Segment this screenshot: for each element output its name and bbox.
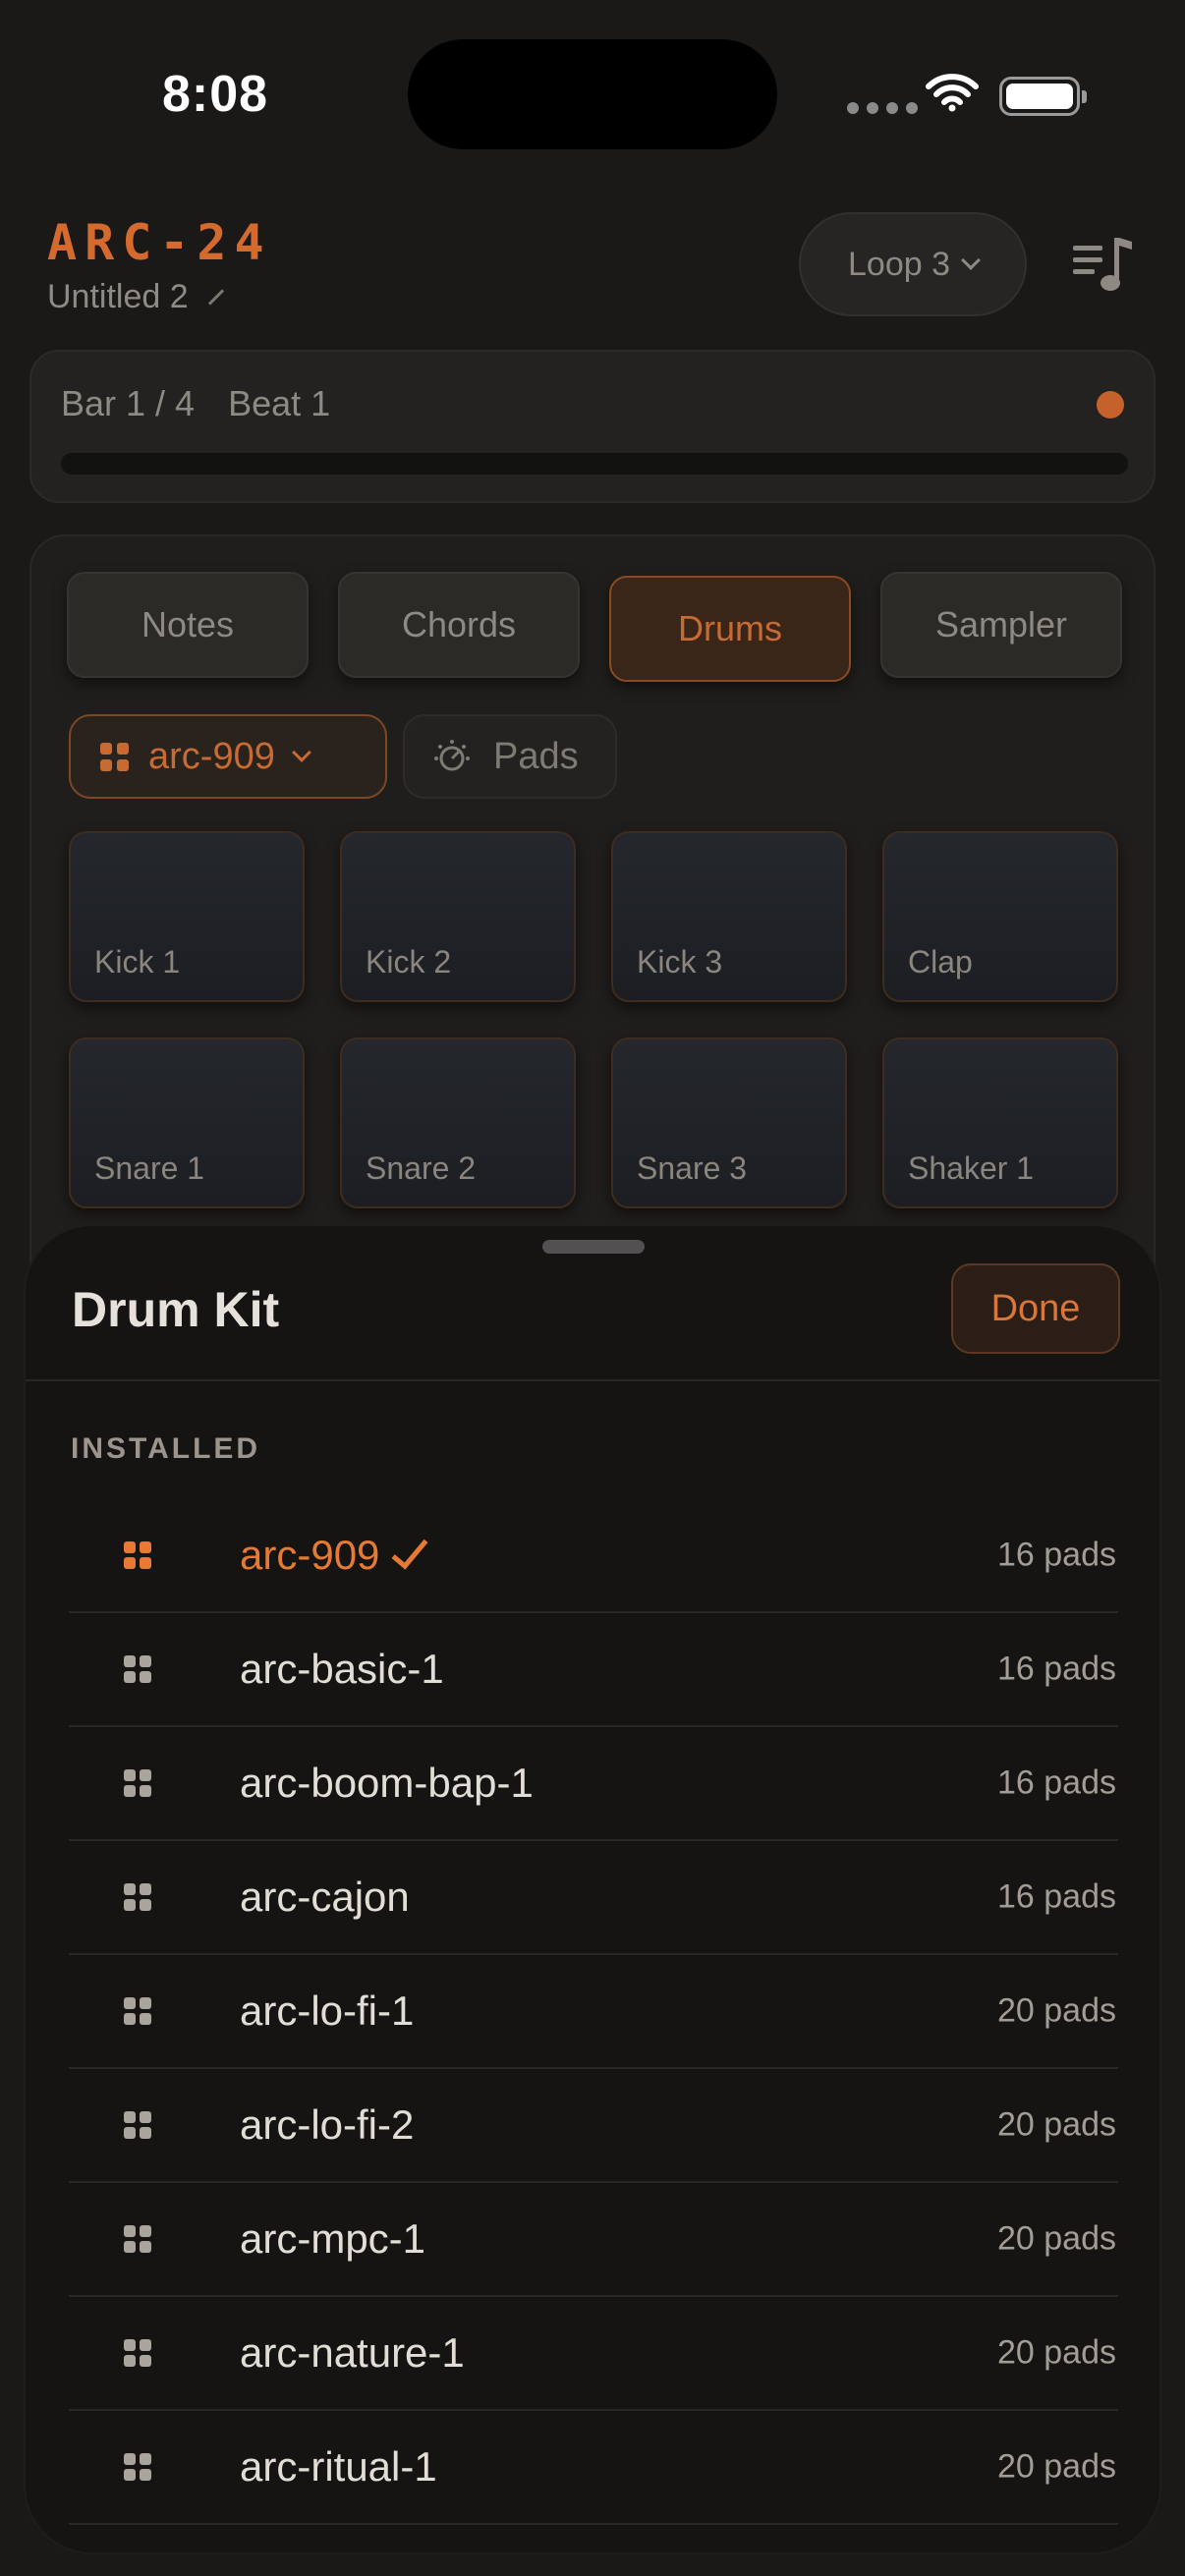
kit-pad-count: 20 pads [997,2333,1116,2372]
drum-pad[interactable]: Shaker 1 [882,1037,1118,1208]
drum-pad-label: Shaker 1 [908,1150,1035,1186]
drum-pad-label: Snare 2 [366,1150,477,1186]
beat-position: Beat 1 [228,383,331,423]
drum-pad[interactable]: Snare 1 [69,1037,305,1208]
drum-kit-selector[interactable]: arc-909 [69,714,387,799]
instrument-tabs: Notes Chords Drums Sampler [67,572,1122,682]
kit-row[interactable]: arc-cajon 16 pads [69,1841,1118,1955]
grid-icon [124,1883,151,1911]
kit-row[interactable]: arc-lo-fi-1 20 pads [69,1955,1118,2069]
kit-pad-count: 20 pads [997,2105,1116,2144]
bar-position: Bar 1 / 4 [61,383,196,423]
kit-name: arc-cajon [240,1874,410,1920]
drum-pad-label: Snare 3 [637,1150,748,1186]
kit-pad-count: 20 pads [997,2447,1116,2486]
kit-row[interactable]: arc-basic-1 16 pads [69,1613,1118,1727]
kit-row[interactable]: arc-909 16 pads [69,1499,1118,1613]
grid-icon [124,2111,151,2139]
drum-pad[interactable]: Kick 1 [69,831,305,1002]
playlist-music-icon[interactable] [1071,232,1136,297]
drum-pad-label: Kick 1 [94,944,181,980]
kit-name: arc-boom-bap-1 [240,1760,534,1806]
pads-mode-label: Pads [493,735,579,777]
chevron-down-icon [961,251,981,270]
app-title: ARC-24 [47,214,272,271]
kit-pad-count: 16 pads [997,1764,1116,1802]
status-bar: 8:08 [0,0,1185,187]
drum-pad[interactable]: Snare 3 [611,1037,847,1208]
grid-icon [124,1997,151,2025]
wifi-icon [926,74,979,112]
grid-icon [124,1655,151,1683]
loop-label: Loop 3 [848,245,950,283]
done-button[interactable]: Done [951,1263,1120,1354]
cellular-signal-icon [847,102,918,114]
tab-sampler[interactable]: Sampler [880,572,1122,678]
kit-row[interactable]: arc-mpc-1 20 pads [69,2183,1118,2297]
kit-name: arc-lo-fi-1 [240,1988,415,2034]
kit-row[interactable]: arc-lo-fi-2 20 pads [69,2069,1118,2183]
drum-kit-sheet: Drum Kit Done INSTALLED arc-909 16 pads … [24,1224,1161,2554]
kit-name: arc-basic-1 [240,1646,444,1692]
sheet-title: Drum Kit [72,1282,280,1337]
status-time: 8:08 [162,66,269,123]
grid-icon [124,1541,151,1569]
kit-name: arc-909 [240,1532,380,1578]
divider [26,1379,1159,1381]
kit-row[interactable]: arc-boom-bap-1 16 pads [69,1727,1118,1841]
tab-drums[interactable]: Drums [609,576,851,682]
drum-kit-selector-label: arc-909 [148,735,275,777]
dynamic-island [408,39,777,149]
kit-name: arc-ritual-1 [240,2443,437,2490]
kit-list: arc-909 16 pads arc-basic-1 16 pads arc-… [69,1499,1118,2525]
transport-bar: Bar 1 / 4 Beat 1 [29,350,1156,503]
edit-pencil-icon [207,289,224,306]
project-name-label: Untitled 2 [47,278,189,315]
checkmark-icon [391,1531,428,1570]
kit-pad-count: 20 pads [997,2219,1116,2258]
drum-pad[interactable]: Kick 2 [340,831,576,1002]
tab-notes[interactable]: Notes [67,572,309,678]
sheet-grabber[interactable] [542,1240,645,1254]
pads-mode-button[interactable]: Pads [403,714,617,799]
grid-icon [100,742,129,771]
kit-name: arc-nature-1 [240,2329,465,2376]
drum-pad-label: Clap [908,944,973,980]
drum-pad[interactable]: Clap [882,831,1118,1002]
battery-icon [999,77,1087,116]
drum-pad-label: Snare 1 [94,1150,205,1186]
kit-pad-count: 20 pads [997,1991,1116,2030]
kit-pad-count: 16 pads [997,1650,1116,1688]
grid-icon [124,1769,151,1797]
drum-pad[interactable]: Snare 2 [340,1037,576,1208]
kit-name: arc-mpc-1 [240,2215,426,2262]
kit-row[interactable]: arc-ritual-1 20 pads [69,2411,1118,2525]
grid-icon [124,2225,151,2253]
kit-row[interactable]: arc-nature-1 20 pads [69,2297,1118,2411]
kit-pad-count: 16 pads [997,1536,1116,1574]
kit-name: arc-lo-fi-2 [240,2101,415,2148]
tab-chords[interactable]: Chords [338,572,580,678]
drum-pad-label: Kick 3 [637,944,723,980]
drum-pad-label: Kick 2 [366,944,452,980]
progress-track [61,453,1128,475]
loop-selector-button[interactable]: Loop 3 [799,212,1027,316]
drum-pad-grid: Kick 1 Kick 2 Kick 3 Clap Snare 1 Snare … [69,831,1118,1208]
project-name[interactable]: Untitled 2 [47,278,226,316]
dial-icon [434,740,470,771]
drum-pad[interactable]: Kick 3 [611,831,847,1002]
section-header-installed: INSTALLED [71,1432,261,1465]
chevron-down-icon [291,743,311,762]
kit-pad-count: 16 pads [997,1877,1116,1916]
grid-icon [124,2339,151,2367]
grid-icon [124,2453,151,2481]
record-indicator [1097,391,1124,419]
